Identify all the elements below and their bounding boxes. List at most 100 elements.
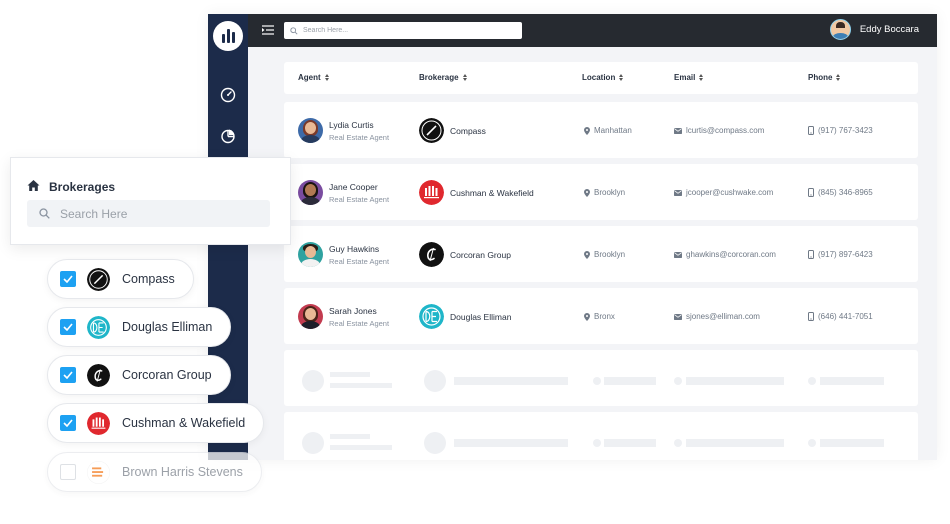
agent-role: Real Estate Agent — [329, 133, 390, 142]
agents-table: Agent Brokerage Location Email Phone Lyd… — [284, 62, 918, 460]
envelope-icon — [674, 127, 682, 134]
skeleton-row — [284, 412, 918, 460]
location-pin-icon — [584, 188, 590, 197]
corcoran-logo-icon — [419, 242, 444, 267]
app-window: Eddy Boccara Agent Brokerage Location Em… — [208, 14, 937, 460]
phone-cell[interactable]: (845) 346-8965 — [808, 188, 873, 197]
phone-cell[interactable]: (917) 897-6423 — [808, 250, 873, 259]
search-icon — [290, 26, 298, 35]
location-pin-icon — [584, 126, 590, 135]
sort-icon — [324, 74, 329, 81]
filter-chip-brown-harris-stevens[interactable]: Brown Harris Stevens — [47, 452, 262, 492]
column-header-phone[interactable]: Phone — [808, 73, 841, 82]
brokerage-name: Cushman & Wakefield — [450, 188, 534, 198]
panel-title: Brokerages — [49, 180, 116, 194]
envelope-icon — [674, 251, 682, 258]
checkbox-unchecked[interactable] — [60, 464, 76, 480]
agent-avatar — [298, 304, 323, 329]
envelope-icon — [674, 189, 682, 196]
agent-name: Sarah Jones — [329, 306, 377, 316]
email-cell[interactable]: ghawkins@corcoran.com — [674, 250, 776, 259]
location-cell: Brooklyn — [584, 250, 625, 259]
agent-name: Lydia Curtis — [329, 120, 374, 130]
filter-chip-compass[interactable]: Compass — [47, 259, 194, 299]
user-name: Eddy Boccara — [859, 24, 919, 35]
filter-chip-douglas-elliman[interactable]: Douglas Elliman — [47, 307, 232, 347]
brokerages-panel: Brokerages — [10, 157, 291, 245]
table-row[interactable]: Jane Cooper Real Estate Agent Cushman & … — [284, 164, 918, 220]
phone-cell[interactable]: (646) 441-7051 — [808, 312, 873, 321]
table-row[interactable]: Guy Hawkins Real Estate Agent Corcoran G… — [284, 226, 918, 282]
pie-chart-icon[interactable] — [220, 128, 236, 144]
skeleton-row — [284, 350, 918, 406]
table-row[interactable]: Lydia Curtis Real Estate Agent Compass M… — [284, 102, 918, 158]
filter-label: Compass — [122, 272, 175, 286]
column-header-location[interactable]: Location — [582, 73, 624, 82]
top-search-box[interactable] — [284, 22, 522, 39]
filter-chip-cushman-wakefield[interactable]: Cushman & Wakefield — [47, 403, 265, 443]
agent-avatar — [298, 180, 323, 205]
agent-avatar — [298, 118, 323, 143]
filter-label: Brown Harris Stevens — [122, 465, 243, 479]
user-menu[interactable]: Eddy Boccara — [829, 19, 919, 40]
phone-icon — [808, 312, 814, 321]
table-header: Agent Brokerage Location Email Phone — [284, 62, 918, 94]
brokerage-name: Douglas Elliman — [450, 312, 512, 322]
location-cell: Brooklyn — [584, 188, 625, 197]
filter-label: Douglas Elliman — [122, 320, 213, 334]
email-cell[interactable]: jcooper@cushwake.com — [674, 188, 773, 197]
cushman-wakefield-logo-icon — [87, 411, 110, 435]
menu-toggle-icon[interactable] — [262, 25, 274, 35]
location-cell: Manhattan — [584, 126, 632, 135]
phone-cell[interactable]: (917) 767-3423 — [808, 126, 873, 135]
envelope-icon — [674, 313, 682, 320]
top-search-input[interactable] — [303, 27, 503, 34]
email-cell[interactable]: lcurtis@compass.com — [674, 126, 764, 135]
checkmark-icon — [63, 275, 73, 283]
brown-harris-stevens-logo — [87, 460, 110, 484]
filter-chip-corcoran-group[interactable]: Corcoran Group — [47, 355, 231, 395]
brokerage-search-box[interactable] — [27, 200, 270, 227]
column-header-brokerage[interactable]: Brokerage — [419, 73, 467, 82]
agent-avatar — [298, 242, 323, 267]
filter-label: Corcoran Group — [122, 368, 212, 382]
sort-icon — [836, 74, 841, 81]
speedometer-icon[interactable] — [220, 87, 236, 103]
phone-icon — [808, 126, 814, 135]
home-icon — [27, 180, 40, 191]
column-header-email[interactable]: Email — [674, 73, 704, 82]
location-pin-icon — [584, 250, 590, 259]
user-avatar[interactable] — [829, 19, 851, 40]
checkmark-icon — [63, 419, 73, 427]
brokerage-name: Corcoran Group — [450, 250, 511, 260]
checkmark-icon — [63, 371, 73, 379]
compass-logo-icon — [419, 118, 444, 143]
brokerage-name: Compass — [450, 126, 486, 136]
location-pin-icon — [584, 312, 590, 321]
corcoran-logo-icon — [87, 363, 110, 387]
sort-icon — [462, 74, 467, 81]
email-cell[interactable]: sjones@elliman.com — [674, 312, 760, 321]
checkmark-icon — [63, 323, 73, 331]
sort-icon — [619, 74, 624, 81]
checkbox-checked[interactable] — [60, 415, 76, 431]
search-icon — [39, 208, 50, 219]
agent-name: Guy Hawkins — [329, 244, 380, 254]
douglas-elliman-logo-icon — [87, 315, 110, 339]
app-logo[interactable] — [213, 21, 243, 51]
column-header-agent[interactable]: Agent — [298, 73, 329, 82]
compass-logo-icon — [87, 267, 110, 291]
phone-icon — [808, 188, 814, 197]
table-row[interactable]: Sarah Jones Real Estate Agent Douglas El… — [284, 288, 918, 344]
filter-label: Cushman & Wakefield — [122, 416, 246, 430]
checkbox-checked[interactable] — [60, 367, 76, 383]
agent-role: Real Estate Agent — [329, 195, 390, 204]
checkbox-checked[interactable] — [60, 271, 76, 287]
agent-role: Real Estate Agent — [329, 257, 390, 266]
sort-icon — [699, 74, 704, 81]
cushman-wakefield-logo-icon — [419, 180, 444, 205]
topbar: Eddy Boccara — [248, 14, 937, 47]
phone-icon — [808, 250, 814, 259]
checkbox-checked[interactable] — [60, 319, 76, 335]
brokerage-search-input[interactable] — [60, 206, 260, 221]
